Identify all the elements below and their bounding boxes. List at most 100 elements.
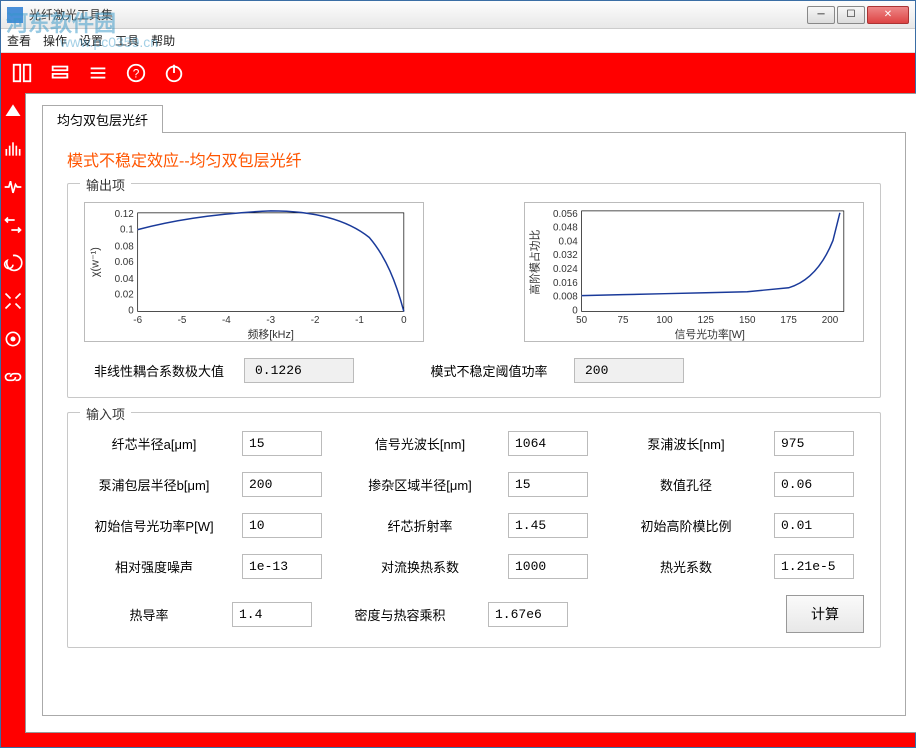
svg-text:-3: -3 <box>266 315 275 326</box>
body-row: 均匀双包层光纤 模式不稳定效应--均匀双包层光纤 输出项 <box>1 93 915 747</box>
sidebar-icon-spiral[interactable] <box>1 251 25 275</box>
init-power-input[interactable] <box>242 513 322 538</box>
svg-text:75: 75 <box>618 315 629 326</box>
signal-wl-label: 信号光波长[nm] <box>350 434 490 453</box>
toolbar: ? <box>1 53 915 93</box>
clad-radius-input[interactable] <box>242 472 322 497</box>
conv-coef-label: 对流换热系数 <box>350 557 490 576</box>
svg-text:0.08: 0.08 <box>115 241 135 252</box>
input-group: 输入项 纤芯半径a[μm] 信号光波长[nm] 泵浦波长[nm] 泵浦包层半径b… <box>67 412 881 648</box>
doped-radius-label: 掺杂区域半径[μm] <box>350 475 490 494</box>
sidebar-icon-link[interactable] <box>1 365 25 389</box>
minimize-button[interactable]: ─ <box>807 6 835 24</box>
svg-text:0: 0 <box>401 315 407 326</box>
svg-text:χ(w⁻¹): χ(w⁻¹) <box>89 247 101 277</box>
svg-text:0.016: 0.016 <box>553 278 578 289</box>
svg-text:-2: -2 <box>311 315 320 326</box>
menubar: 查看 操作 设置 工具 帮助 <box>1 29 915 53</box>
svg-text:0.02: 0.02 <box>115 290 134 301</box>
svg-text:-4: -4 <box>222 315 231 326</box>
svg-text:50: 50 <box>576 315 587 326</box>
rin-input[interactable] <box>242 554 322 579</box>
toolbar-icon-2[interactable] <box>47 60 73 86</box>
toolbar-icon-1[interactable] <box>9 60 35 86</box>
svg-text:0.12: 0.12 <box>115 209 134 220</box>
init-power-label: 初始信号光功率P[W] <box>84 516 224 535</box>
window-title: 光纤激光工具集 <box>29 6 807 23</box>
svg-text:200: 200 <box>822 315 839 326</box>
app-window: 光纤激光工具集 ─ ☐ ✕ 查看 操作 设置 工具 帮助 ? <box>0 0 916 748</box>
svg-text:-1: -1 <box>355 315 364 326</box>
core-index-input[interactable] <box>508 513 588 538</box>
svg-text:0.056: 0.056 <box>553 209 578 220</box>
init-hom-input[interactable] <box>774 513 854 538</box>
sidebar <box>1 93 25 747</box>
threshold-label: 模式不稳定阈值功率 <box>414 361 564 380</box>
sidebar-icon-prism[interactable] <box>1 99 25 123</box>
menu-view[interactable]: 查看 <box>7 32 31 49</box>
toolbar-icon-3[interactable] <box>85 60 111 86</box>
na-input[interactable] <box>774 472 854 497</box>
pump-wl-input[interactable] <box>774 431 854 456</box>
core-radius-label: 纤芯半径a[μm] <box>84 434 224 453</box>
pump-wl-label: 泵浦波长[nm] <box>616 434 756 453</box>
menu-tools[interactable]: 工具 <box>115 32 139 49</box>
menu-settings[interactable]: 设置 <box>79 32 103 49</box>
input-legend: 输入项 <box>80 404 131 423</box>
core-radius-input[interactable] <box>242 431 322 456</box>
rho-cp-input[interactable] <box>488 602 568 627</box>
app-icon <box>7 7 23 23</box>
svg-text:0.04: 0.04 <box>559 236 579 247</box>
calculate-button[interactable]: 计算 <box>786 595 864 633</box>
close-button[interactable]: ✕ <box>867 6 909 24</box>
red-frame: ? 均匀双包层光纤 模式不稳定效应--均匀双包层光纤 <box>1 53 915 747</box>
na-label: 数值孔径 <box>616 475 756 494</box>
core-index-label: 纤芯折射率 <box>350 516 490 535</box>
sidebar-icon-arrows[interactable] <box>1 213 25 237</box>
menu-operate[interactable]: 操作 <box>43 32 67 49</box>
maximize-button[interactable]: ☐ <box>837 6 865 24</box>
threshold-value: 200 <box>574 358 684 383</box>
therm-cond-input[interactable] <box>232 602 312 627</box>
tab-uniform-fiber[interactable]: 均匀双包层光纤 <box>42 105 163 133</box>
sidebar-icon-pulse[interactable] <box>1 175 25 199</box>
help-icon[interactable]: ? <box>123 60 149 86</box>
nonlinear-max-value: 0.1226 <box>244 358 354 383</box>
section-title: 模式不稳定效应--均匀双包层光纤 <box>67 147 881 171</box>
doped-radius-input[interactable] <box>508 472 588 497</box>
signal-wl-input[interactable] <box>508 431 588 456</box>
rho-cp-label: 密度与热容乘积 <box>330 605 470 624</box>
svg-text:-5: -5 <box>178 315 187 326</box>
svg-text:?: ? <box>133 67 140 81</box>
svg-text:0.1: 0.1 <box>120 225 134 236</box>
window-controls: ─ ☐ ✕ <box>807 6 909 24</box>
thermo-optic-label: 热光系数 <box>616 557 756 576</box>
svg-text:0.06: 0.06 <box>115 257 135 268</box>
chart-hom-ratio: 0 0.008 0.016 0.024 0.032 0.04 0.048 0.0… <box>524 202 864 342</box>
menu-help[interactable]: 帮助 <box>151 32 175 49</box>
sidebar-icon-target[interactable] <box>1 327 25 351</box>
svg-text:-6: -6 <box>133 315 142 326</box>
output-group: 输出项 0 0.02 <box>67 183 881 398</box>
svg-text:0.04: 0.04 <box>115 274 135 285</box>
clad-radius-label: 泵浦包层半径b[μm] <box>84 475 224 494</box>
sidebar-icon-expand[interactable] <box>1 289 25 313</box>
thermo-optic-input[interactable] <box>774 554 854 579</box>
sidebar-icon-bars[interactable] <box>1 137 25 161</box>
therm-cond-label: 热导率 <box>84 605 214 624</box>
power-icon[interactable] <box>161 60 187 86</box>
conv-coef-input[interactable] <box>508 554 588 579</box>
svg-text:0.024: 0.024 <box>553 264 578 275</box>
svg-text:0.048: 0.048 <box>553 223 578 234</box>
svg-text:100: 100 <box>656 315 673 326</box>
output-legend: 输出项 <box>80 175 131 194</box>
rin-label: 相对强度噪声 <box>84 557 224 576</box>
nonlinear-max-label: 非线性耦合系数极大值 <box>84 361 234 380</box>
chart-chi: 0 0.02 0.04 0.06 0.08 0.1 0.12 <box>84 202 424 342</box>
svg-text:0.032: 0.032 <box>553 250 578 261</box>
svg-text:信号光功率[W]: 信号光功率[W] <box>675 327 745 341</box>
svg-text:175: 175 <box>780 315 797 326</box>
init-hom-label: 初始高阶模比例 <box>616 516 756 535</box>
svg-text:125: 125 <box>698 315 715 326</box>
svg-text:150: 150 <box>739 315 756 326</box>
